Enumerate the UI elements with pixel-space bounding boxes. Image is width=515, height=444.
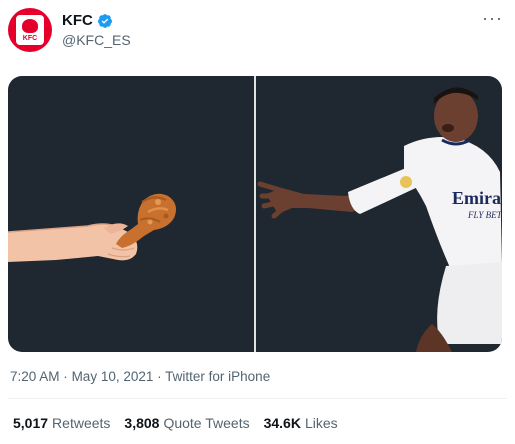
avatar[interactable]: KFC [8,8,52,52]
quote-tweets-label: Quote Tweets [163,415,250,431]
quote-tweets-stat[interactable]: 3,808 Quote Tweets [124,415,249,431]
likes-label: Likes [304,415,338,431]
media-panel-left [8,76,254,352]
tweet-time[interactable]: 7:20 AM [10,369,60,384]
likes-stat[interactable]: 34.6K Likes [264,415,338,431]
account-handle[interactable]: @KFC_ES [62,32,131,48]
divider [8,398,507,399]
colonel-face-icon [22,19,38,33]
tweet-source[interactable]: Twitter for iPhone [165,369,270,384]
quote-tweets-count: 3,808 [124,415,160,431]
verified-badge-icon [97,13,112,28]
tweet-date[interactable]: May 10, 2021 [72,369,154,384]
logo-text: KFC [22,35,38,42]
jersey-text-sub: FLY BETT [467,210,502,220]
likes-count: 34.6K [263,415,301,431]
account-name-row: KFC [62,12,113,29]
meta-separator: · [63,369,68,384]
hand-holding-chicken-illustration [8,193,176,262]
retweets-label: Retweets [52,415,111,431]
meta-separator: · [157,369,162,384]
account-name[interactable]: KFC [62,12,93,29]
retweets-count: 5,017 [13,415,49,431]
tweet: KFC KFC @KFC_ES ··· Emirat FLY BET 7:20 … [0,0,515,444]
more-options-icon[interactable]: ··· [482,8,503,29]
retweets-stat[interactable]: 5,017 Retweets [13,415,110,431]
kfc-logo-icon: KFC [16,15,44,45]
player-reaching-illustration: Emirat FLY BETT [257,87,502,352]
jersey-text-main: Emirat [452,188,502,208]
tweet-media[interactable]: Emirat FLY BETT [8,76,502,352]
tweet-meta: 7:20 AM · May 10, 2021 · Twitter for iPh… [10,369,270,384]
media-panel-right: Emirat FLY BETT [256,76,502,352]
tweet-stats: 5,017 Retweets 3,808 Quote Tweets 34.6K … [13,415,338,431]
